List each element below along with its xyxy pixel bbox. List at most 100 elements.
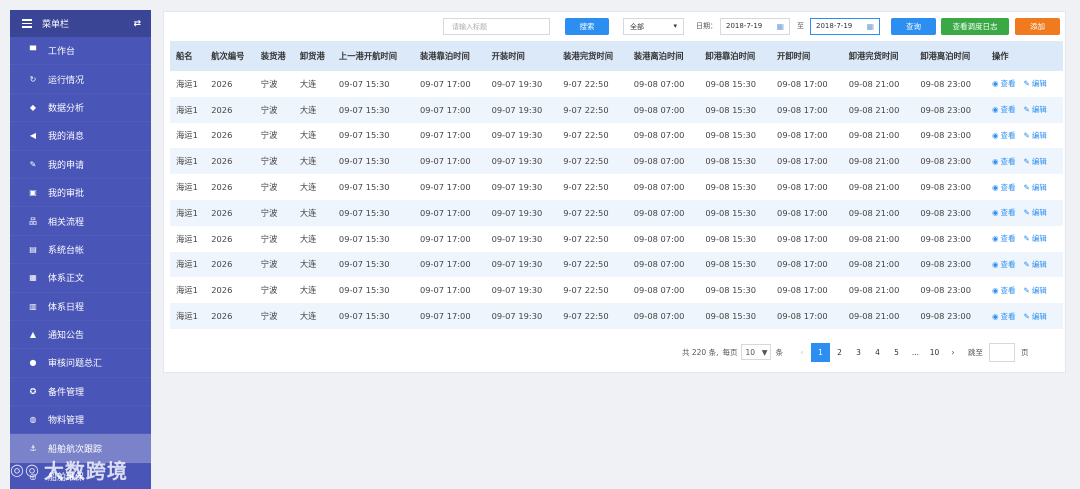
eye-icon: ◉ [991,79,999,89]
edit-link[interactable]: ✎ 编辑 [1024,157,1047,166]
sidebar-item-label: 体系日程 [48,302,85,313]
view-link[interactable]: ◉ 查看 [992,105,1016,114]
column-header[interactable]: 装港离泊时间 [628,41,700,71]
collapse-icon[interactable]: ⇄ [133,19,141,29]
edit-link[interactable]: ✎ 编辑 [1024,131,1047,140]
table-cell: 大连 [299,78,317,89]
view-link[interactable]: ◉ 查看 [992,131,1016,140]
caret-down-icon: ▼ [761,347,768,357]
sidebar-item[interactable]: ✎ 我的申请 [10,151,151,179]
edit-icon: ✎ [1023,130,1030,140]
table-cell: 09-08 23:00 [920,104,971,115]
table-cell: 09-07 19:30 [491,311,543,322]
column-header[interactable]: 卸港完货时间 [843,41,915,71]
view-link[interactable]: ◉ 查看 [992,234,1016,243]
sidebar-item-label: 我的审批 [48,189,85,200]
table-cell: 大连 [299,311,317,322]
view-link[interactable]: ◉ 查看 [992,312,1016,321]
table-row: 海运1 2026 宁波 大连 09-07 15:30 09-07 17:00 09-07 1… [170,96,1063,123]
column-header[interactable]: 装港完货时间 [557,41,628,71]
table-cell: 09-07 19:30 [491,207,543,218]
table-cell: 宁波 [260,259,278,270]
page-number[interactable]: 1 [810,342,830,362]
table-cell: 09-08 07:00 [633,182,685,193]
column-header[interactable]: 卸港靠泊时间 [699,41,771,71]
edit-label: 编辑 [1031,156,1047,166]
page-number[interactable]: 3 [849,348,868,357]
page-number[interactable]: 2 [830,348,849,357]
sidebar-item[interactable]: ↻ 运行情况 [10,65,151,94]
edit-label: 编辑 [1031,182,1047,192]
sidebar-item[interactable]: ▀ 工作台 [10,37,151,66]
table-header-row: 船名 航次编号 装货港 卸货港 上一港开航时间 装港靠泊时间 开装时间 装港完货时间 装港离泊时… [170,41,1063,71]
table-cell: 09-08 23:00 [920,233,971,244]
date-to-input[interactable]: 2018-7-19 ▦ [810,18,880,35]
add-button[interactable]: 添加 [1015,18,1060,35]
sidebar-item[interactable]: ◆ 数据分析 [10,94,151,123]
table-cell: 09-07 17:00 [419,259,471,270]
page-number[interactable]: 10 [925,348,944,357]
table-cell: 09-08 15:30 [705,311,757,322]
column-header[interactable]: 操作 [986,41,1063,71]
sidebar-item[interactable]: ▦ 体系正文 [10,264,151,293]
table-cell: 09-08 15:30 [705,259,757,270]
edit-label: 编辑 [1031,259,1047,269]
sidebar-item[interactable]: ▣ 我的审批 [10,179,151,208]
view-log-button[interactable]: 查看调度日志 [941,18,1009,35]
sidebar-item[interactable]: ▥ 体系日程 [10,293,151,321]
table-cell: 海运1 [176,207,198,218]
user-icon: ● [29,358,37,368]
eye-icon: ◉ [991,259,999,269]
sidebar-item-label: 相关流程 [48,217,85,228]
column-header[interactable]: 装港靠泊时间 [414,41,486,71]
page-number[interactable]: 5 [887,348,906,357]
column-header[interactable]: 卸港离泊时间 [914,41,986,71]
column-header[interactable]: 上一港开航时间 [333,41,414,71]
date-from-input[interactable]: 2018-7-19 ▦ [720,18,790,35]
table-cell: 大连 [299,130,317,141]
goto-page-input[interactable] [988,342,1015,362]
view-link[interactable]: ◉ 查看 [992,183,1016,192]
edit-link[interactable]: ✎ 编辑 [1024,105,1047,114]
view-label: 查看 [1000,130,1016,140]
column-header[interactable]: 开装时间 [486,41,558,71]
view-link[interactable]: ◉ 查看 [992,260,1016,269]
eye-icon: ◉ [991,234,999,244]
page-number[interactable]: 4 [868,348,887,357]
sidebar-item[interactable]: ▲ 通知公告 [10,321,151,350]
query-button[interactable]: 查询 [891,18,936,35]
edit-link[interactable]: ✎ 编辑 [1024,260,1047,269]
sidebar-item[interactable]: 品 相关流程 [10,207,151,236]
column-header[interactable]: 开卸时间 [771,41,843,71]
status-select[interactable]: 全部 ▾ [623,18,684,35]
edit-label: 编辑 [1031,79,1047,89]
edit-link[interactable]: ✎ 编辑 [1024,79,1047,88]
column-header[interactable]: 卸货港 [294,41,333,71]
search-button[interactable]: 搜索 [565,18,609,35]
next-page-icon[interactable]: › [944,348,962,357]
search-input[interactable]: 请输入标题 [443,18,550,35]
column-header[interactable]: 航次编号 [205,41,255,71]
menu-icon[interactable] [22,17,32,30]
edit-icon: ✎ [1023,79,1030,89]
view-link[interactable]: ◉ 查看 [992,208,1016,217]
column-header[interactable]: 船名 [170,41,205,71]
edit-link[interactable]: ✎ 编辑 [1024,312,1047,321]
edit-link[interactable]: ✎ 编辑 [1024,208,1047,217]
sidebar-item[interactable]: ▤ 系统台帐 [10,236,151,265]
sidebar-item[interactable]: ● 审核问题总汇 [10,349,151,378]
sidebar-item[interactable]: ◀ 我的消息 [10,122,151,151]
page-list: 1 2 3 4 5... 10 [810,342,944,362]
per-page-select[interactable]: 10 ▼ [741,344,772,360]
view-link[interactable]: ◉ 查看 [992,79,1016,88]
edit-link[interactable]: ✎ 编辑 [1024,234,1047,243]
view-link[interactable]: ◉ 查看 [992,157,1016,166]
prev-page-icon[interactable]: ‹ [793,348,811,357]
sidebar-item[interactable]: ✪ 备件管理 [10,378,151,407]
column-header[interactable]: 装货港 [255,41,294,71]
table-cell: 09-07 19:30 [491,182,543,193]
edit-link[interactable]: ✎ 编辑 [1024,286,1047,295]
sidebar-item[interactable]: ◍ 物料管理 [10,406,151,435]
view-link[interactable]: ◉ 查看 [992,286,1016,295]
edit-link[interactable]: ✎ 编辑 [1024,183,1047,192]
